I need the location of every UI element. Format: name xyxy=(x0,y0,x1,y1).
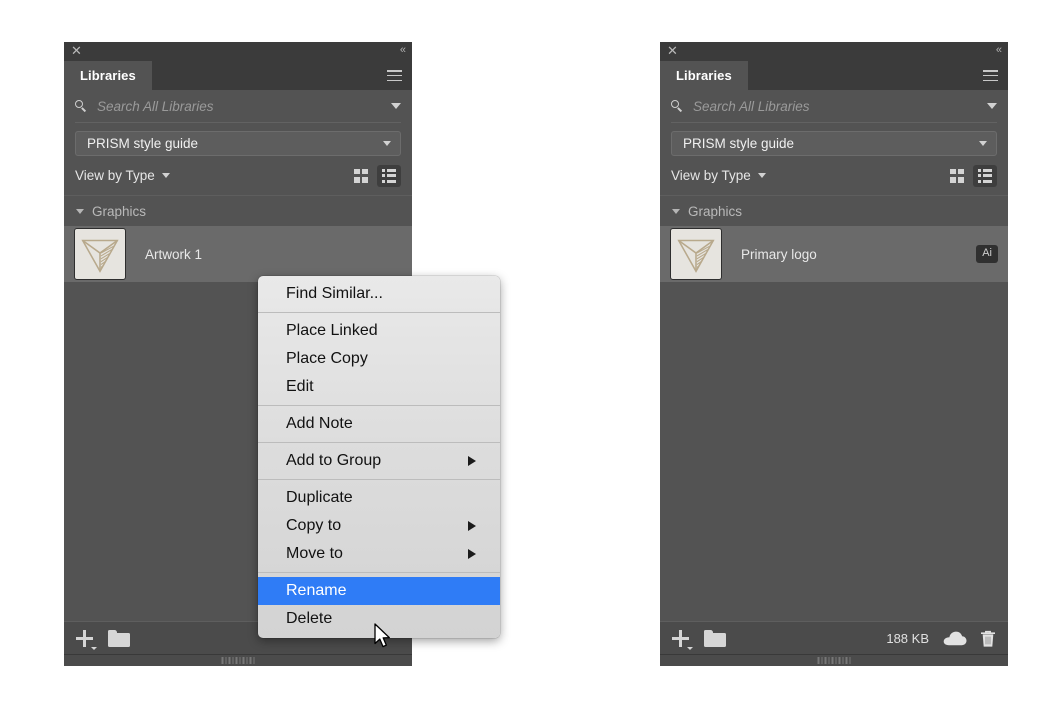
close-icon[interactable]: ✕ xyxy=(666,44,679,57)
tab-label: Libraries xyxy=(676,68,732,83)
menu-item-copy-to[interactable]: Copy to xyxy=(258,512,500,540)
section-title: Graphics xyxy=(92,203,147,219)
section-title: Graphics xyxy=(688,203,743,219)
menu-item-label: Find Similar... xyxy=(286,285,383,302)
libraries-panel-right: ✕ « Libraries Search All Libraries PRISM… xyxy=(660,42,1008,666)
grab-ribs-icon xyxy=(817,657,851,664)
menu-separator xyxy=(258,479,500,480)
asset-row[interactable]: Artwork 1 xyxy=(64,226,412,282)
chevron-down-icon xyxy=(76,208,84,214)
library-select[interactable]: PRISM style guide xyxy=(671,131,997,156)
primary-logo-thumbnail xyxy=(74,228,126,280)
asset-name[interactable]: Primary logo xyxy=(741,247,976,262)
grid-view-icon[interactable] xyxy=(349,165,373,187)
panel-tabstrip: Libraries xyxy=(660,61,1008,90)
menu-item-label: Add to Group xyxy=(286,452,382,469)
panel-body-empty-area xyxy=(660,282,1008,582)
chevron-down-icon[interactable] xyxy=(391,103,401,109)
submenu-arrow-icon xyxy=(468,456,476,466)
view-by-type-label[interactable]: View by Type xyxy=(671,168,751,183)
list-view-icon[interactable] xyxy=(973,164,997,187)
library-select-value: PRISM style guide xyxy=(683,136,795,151)
search-row[interactable]: Search All Libraries xyxy=(75,90,401,123)
add-icon[interactable] xyxy=(672,630,693,650)
panel-bottom-toolbar: 188 KB xyxy=(660,621,1008,655)
search-icon xyxy=(671,99,684,113)
menu-item-place-linked[interactable]: Place Linked xyxy=(258,317,500,345)
search-row[interactable]: Search All Libraries xyxy=(671,90,997,123)
menu-item-label: Copy to xyxy=(286,517,342,534)
panel-grab-handle[interactable] xyxy=(660,654,1008,666)
asset-row[interactable]: Primary logo Ai xyxy=(660,226,1008,282)
chevron-down-icon xyxy=(979,141,987,146)
menu-item-label: Add Note xyxy=(286,415,353,432)
menu-item-place-copy[interactable]: Place Copy xyxy=(258,345,500,373)
section-header-graphics[interactable]: Graphics xyxy=(660,195,1008,226)
primary-logo-thumbnail xyxy=(670,228,722,280)
menu-item-label: Edit xyxy=(286,378,314,395)
menu-separator xyxy=(258,442,500,443)
panel-titlebar: ✕ « xyxy=(64,42,412,61)
view-by-type-label[interactable]: View by Type xyxy=(75,168,155,183)
menu-item-label: Delete xyxy=(286,610,333,627)
chevron-down-icon xyxy=(383,141,391,146)
menu-item-add-to-group[interactable]: Add to Group xyxy=(258,447,500,475)
panel-grab-handle[interactable] xyxy=(64,654,412,666)
menu-item-delete[interactable]: Delete xyxy=(258,605,500,633)
menu-item-edit[interactable]: Edit xyxy=(258,373,500,401)
panel-tabstrip: Libraries xyxy=(64,61,412,90)
collapse-icons[interactable]: « xyxy=(400,45,406,56)
menu-item-label: Duplicate xyxy=(286,489,353,506)
chevron-down-icon[interactable] xyxy=(987,103,997,109)
search-input[interactable]: Search All Libraries xyxy=(693,99,987,114)
section-header-graphics[interactable]: Graphics xyxy=(64,195,412,226)
new-group-folder-icon[interactable] xyxy=(108,630,130,647)
library-size-label: 188 KB xyxy=(886,631,929,646)
menu-item-label: Place Linked xyxy=(286,322,378,339)
list-view-icon[interactable] xyxy=(377,164,401,187)
search-input[interactable]: Search All Libraries xyxy=(97,99,391,114)
menu-separator xyxy=(258,405,500,406)
file-type-badge: Ai xyxy=(976,245,998,263)
menu-item-duplicate[interactable]: Duplicate xyxy=(258,484,500,512)
context-menu[interactable]: Find Similar... Place Linked Place Copy Edi… xyxy=(258,276,500,638)
chevron-down-icon[interactable] xyxy=(757,173,766,178)
library-select[interactable]: PRISM style guide xyxy=(75,131,401,156)
menu-separator xyxy=(258,312,500,313)
tab-label: Libraries xyxy=(80,68,136,83)
new-group-folder-icon[interactable] xyxy=(704,630,726,647)
delete-icon[interactable] xyxy=(980,630,996,648)
search-icon xyxy=(75,99,88,113)
tab-libraries[interactable]: Libraries xyxy=(64,61,152,90)
hamburger-menu-icon[interactable] xyxy=(387,70,402,82)
menu-item-rename[interactable]: Rename xyxy=(258,577,500,605)
tab-libraries[interactable]: Libraries xyxy=(660,61,748,90)
menu-item-label: Place Copy xyxy=(286,350,368,367)
grab-ribs-icon xyxy=(221,657,255,664)
chevron-down-icon[interactable] xyxy=(161,173,170,178)
view-row: View by Type xyxy=(75,160,401,191)
chevron-down-icon xyxy=(672,208,680,214)
menu-item-label: Move to xyxy=(286,545,343,562)
close-icon[interactable]: ✕ xyxy=(70,44,83,57)
menu-item-find-similar[interactable]: Find Similar... xyxy=(258,280,500,308)
menu-item-move-to[interactable]: Move to xyxy=(258,540,500,568)
menu-separator xyxy=(258,572,500,573)
panel-titlebar: ✕ « xyxy=(660,42,1008,61)
submenu-arrow-icon xyxy=(468,521,476,531)
hamburger-menu-icon[interactable] xyxy=(983,70,998,82)
grid-view-icon[interactable] xyxy=(945,165,969,187)
menu-item-add-note[interactable]: Add Note xyxy=(258,410,500,438)
menu-item-label: Rename xyxy=(286,582,347,599)
library-select-value: PRISM style guide xyxy=(87,136,199,151)
collapse-icons[interactable]: « xyxy=(996,45,1002,56)
screenshot-root: ✕ « Libraries Search All Libraries PRISM… xyxy=(0,0,1058,712)
add-icon[interactable] xyxy=(76,630,97,650)
view-row: View by Type xyxy=(671,160,997,191)
submenu-arrow-icon xyxy=(468,549,476,559)
asset-name[interactable]: Artwork 1 xyxy=(145,247,402,262)
cloud-sync-icon[interactable] xyxy=(943,631,967,646)
